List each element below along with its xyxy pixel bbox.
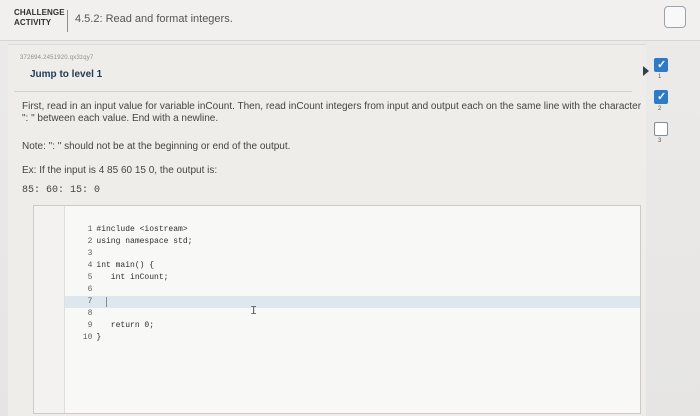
section-divider bbox=[14, 91, 632, 92]
jump-to-level-link[interactable]: Jump to level 1 bbox=[30, 69, 102, 80]
sample-output: 85: 60: 15: 0 bbox=[22, 185, 101, 196]
instructions-paragraph: First, read in an input value for variab… bbox=[22, 101, 642, 124]
level-1-checkbox[interactable]: ✓ bbox=[654, 58, 668, 72]
code-line[interactable]: 3 bbox=[42, 236, 96, 258]
active-line-highlight bbox=[65, 296, 640, 308]
badge-line-2: ACTIVITY bbox=[14, 18, 52, 27]
activity-title: 4.5.2: Read and format integers. bbox=[75, 13, 233, 25]
code-line[interactable]: 1 #include <iostream> bbox=[42, 212, 188, 234]
note-text: Note: ": " should not be at the beginnin… bbox=[22, 141, 291, 152]
activity-header: CHALLENGE ACTIVITY 4.5.2: Read and forma… bbox=[0, 0, 700, 41]
check-icon: ✓ bbox=[657, 91, 667, 103]
code-text: using namespace std; bbox=[96, 237, 193, 246]
line-number: 10 bbox=[82, 333, 93, 342]
code-line[interactable]: 9 return 0; bbox=[42, 308, 154, 330]
code-line[interactable]: 4 int main() { bbox=[42, 248, 154, 270]
code-line[interactable]: 5 int inCount; bbox=[42, 260, 169, 282]
code-line[interactable]: 7 bbox=[42, 284, 96, 306]
example-text: Ex: If the input is 4 85 60 15 0, the ou… bbox=[22, 165, 218, 176]
challenge-badge: CHALLENGE ACTIVITY bbox=[14, 8, 65, 28]
level-2-checkbox[interactable]: ✓ bbox=[654, 90, 668, 104]
level-1-label: 1 bbox=[658, 74, 662, 80]
text-cursor-icon: I bbox=[250, 304, 258, 318]
check-icon: ✓ bbox=[657, 59, 667, 71]
level-3-checkbox[interactable] bbox=[654, 122, 668, 136]
code-text: int inCount; bbox=[96, 273, 169, 282]
code-line[interactable]: 10} bbox=[42, 320, 101, 342]
header-divider bbox=[67, 10, 68, 32]
level-3-label: 3 bbox=[658, 138, 662, 144]
code-editor[interactable]: I 1 #include <iostream> 2 using namespace … bbox=[33, 205, 641, 414]
challenge-id: 372694.2451920.qx3zqy7 bbox=[20, 55, 94, 61]
challenge-panel: 372694.2451920.qx3zqy7 Jump to level 1 F… bbox=[8, 44, 646, 416]
arrow-right-icon bbox=[643, 66, 649, 76]
code-line[interactable]: 8 bbox=[42, 296, 96, 318]
challenge-activity-window: CHALLENGE ACTIVITY 4.5.2: Read and forma… bbox=[0, 0, 700, 416]
code-text: } bbox=[96, 333, 102, 342]
code-line[interactable]: 6 bbox=[42, 272, 96, 294]
text-cursor bbox=[106, 297, 107, 307]
code-text: return 0; bbox=[96, 321, 155, 330]
badge-line-1: CHALLENGE bbox=[14, 8, 65, 17]
activity-complete-checkbox[interactable] bbox=[664, 6, 686, 28]
level-progress-rail: ✓ 1 ✓ 2 3 bbox=[654, 58, 672, 168]
code-line[interactable]: 2 using namespace std; bbox=[42, 224, 193, 246]
level-2-label: 2 bbox=[658, 106, 662, 112]
